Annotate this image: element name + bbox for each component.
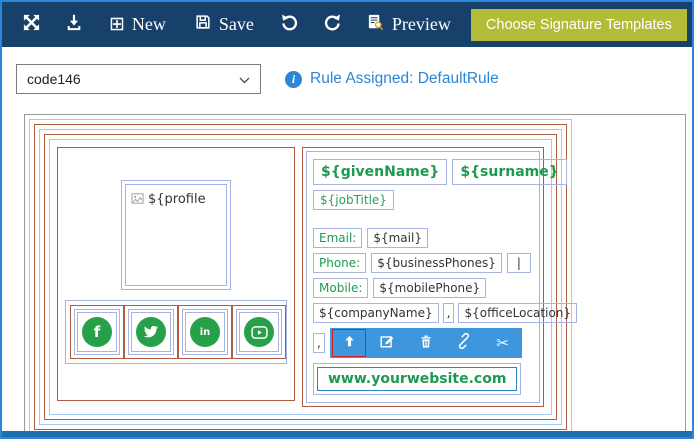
undo-icon (280, 13, 299, 37)
new-button-label: New (132, 14, 166, 35)
cut-button[interactable]: ✂ (486, 329, 520, 357)
signature-editor-page: ⊞ New Save Preview Choose Signature Temp… (0, 0, 694, 439)
job-title-field[interactable]: ${jobTitle} (313, 190, 394, 210)
new-icon: ⊞ (109, 15, 125, 34)
scissors-icon: ✂ (496, 334, 509, 352)
template-select-value: code146 (27, 71, 81, 87)
leading-comma[interactable]: , (313, 333, 325, 353)
youtube-icon (244, 317, 274, 347)
facebook-icon: f (82, 317, 112, 347)
mobile-label[interactable]: Mobile: (313, 278, 368, 298)
phone-separator[interactable]: | (507, 253, 531, 273)
rule-assigned-text: Rule Assigned: DefaultRule (310, 70, 499, 88)
social-youtube[interactable] (232, 305, 286, 359)
new-button[interactable]: ⊞ New (109, 14, 166, 35)
link-button[interactable] (447, 329, 481, 357)
undo-button[interactable] (280, 13, 299, 37)
social-icons-row: f in (65, 300, 287, 364)
redo-button[interactable] (323, 13, 342, 37)
profile-placeholder-text: ${profile (148, 192, 206, 207)
template-select[interactable]: code146 (16, 64, 261, 94)
rule-assigned-info: i Rule Assigned: DefaultRule (285, 70, 499, 88)
redo-icon (323, 13, 342, 37)
surname-field[interactable]: ${surname} (452, 159, 566, 185)
given-name-field[interactable]: ${givenName} (313, 159, 447, 185)
comma-separator[interactable]: , (443, 303, 455, 323)
twitter-icon (136, 317, 166, 347)
profile-image-placeholder[interactable]: ${profile (121, 180, 231, 290)
preview-button-label: Preview (392, 14, 451, 35)
signature-canvas[interactable]: ${profile f (24, 114, 686, 434)
rule-bar: code146 i Rule Assigned: DefaultRule (16, 64, 499, 94)
link-icon (456, 333, 472, 353)
mobile-field[interactable]: ${mobilePhone} (373, 278, 486, 298)
email-label[interactable]: Email: (313, 228, 362, 248)
office-location-field[interactable]: ${officeLocation} (458, 303, 577, 323)
preview-button[interactable]: Preview (366, 13, 451, 37)
linkedin-icon: in (190, 317, 220, 347)
email-field[interactable]: ${mail} (367, 228, 428, 248)
signature-right-column: ${givenName} ${surname} ${jobTitle} Emai… (302, 147, 544, 407)
social-linkedin[interactable]: in (178, 305, 232, 359)
trash-icon (419, 334, 433, 353)
fullscreen-button[interactable] (22, 13, 41, 37)
download-icon (65, 13, 83, 36)
fullscreen-icon (22, 13, 41, 37)
signature-left-column[interactable]: ${profile f (57, 147, 295, 401)
preview-icon (366, 13, 385, 37)
save-button-label: Save (219, 14, 254, 35)
signature-columns: ${profile f (54, 144, 547, 410)
save-icon (194, 13, 212, 36)
chevron-down-icon (239, 71, 250, 87)
bottom-accent-bar (2, 431, 692, 437)
save-button[interactable]: Save (194, 13, 254, 36)
delete-element-button[interactable] (409, 329, 443, 357)
upload-button[interactable] (332, 329, 366, 357)
download-button[interactable] (65, 13, 83, 36)
website-field-wrapper: www.yourwebsite.com (313, 363, 521, 395)
upload-icon (342, 334, 357, 353)
top-toolbar: ⊞ New Save Preview Choose Signature Temp… (2, 2, 692, 47)
social-facebook[interactable]: f (70, 305, 124, 359)
company-field[interactable]: ${companyName} (313, 303, 439, 323)
social-twitter[interactable] (124, 305, 178, 359)
edit-icon (379, 333, 395, 353)
element-edit-toolbar: ✂ (330, 328, 522, 358)
broken-image-icon (131, 192, 144, 209)
website-field[interactable]: www.yourwebsite.com (317, 367, 517, 391)
choose-signature-templates-button[interactable]: Choose Signature Templates (471, 9, 687, 41)
phone-label[interactable]: Phone: (313, 253, 366, 273)
phone-field[interactable]: ${businessPhones} (371, 253, 502, 273)
edit-button[interactable] (370, 329, 404, 357)
info-icon: i (285, 71, 302, 88)
signature-template-wrapper: ${profile f (29, 119, 572, 434)
